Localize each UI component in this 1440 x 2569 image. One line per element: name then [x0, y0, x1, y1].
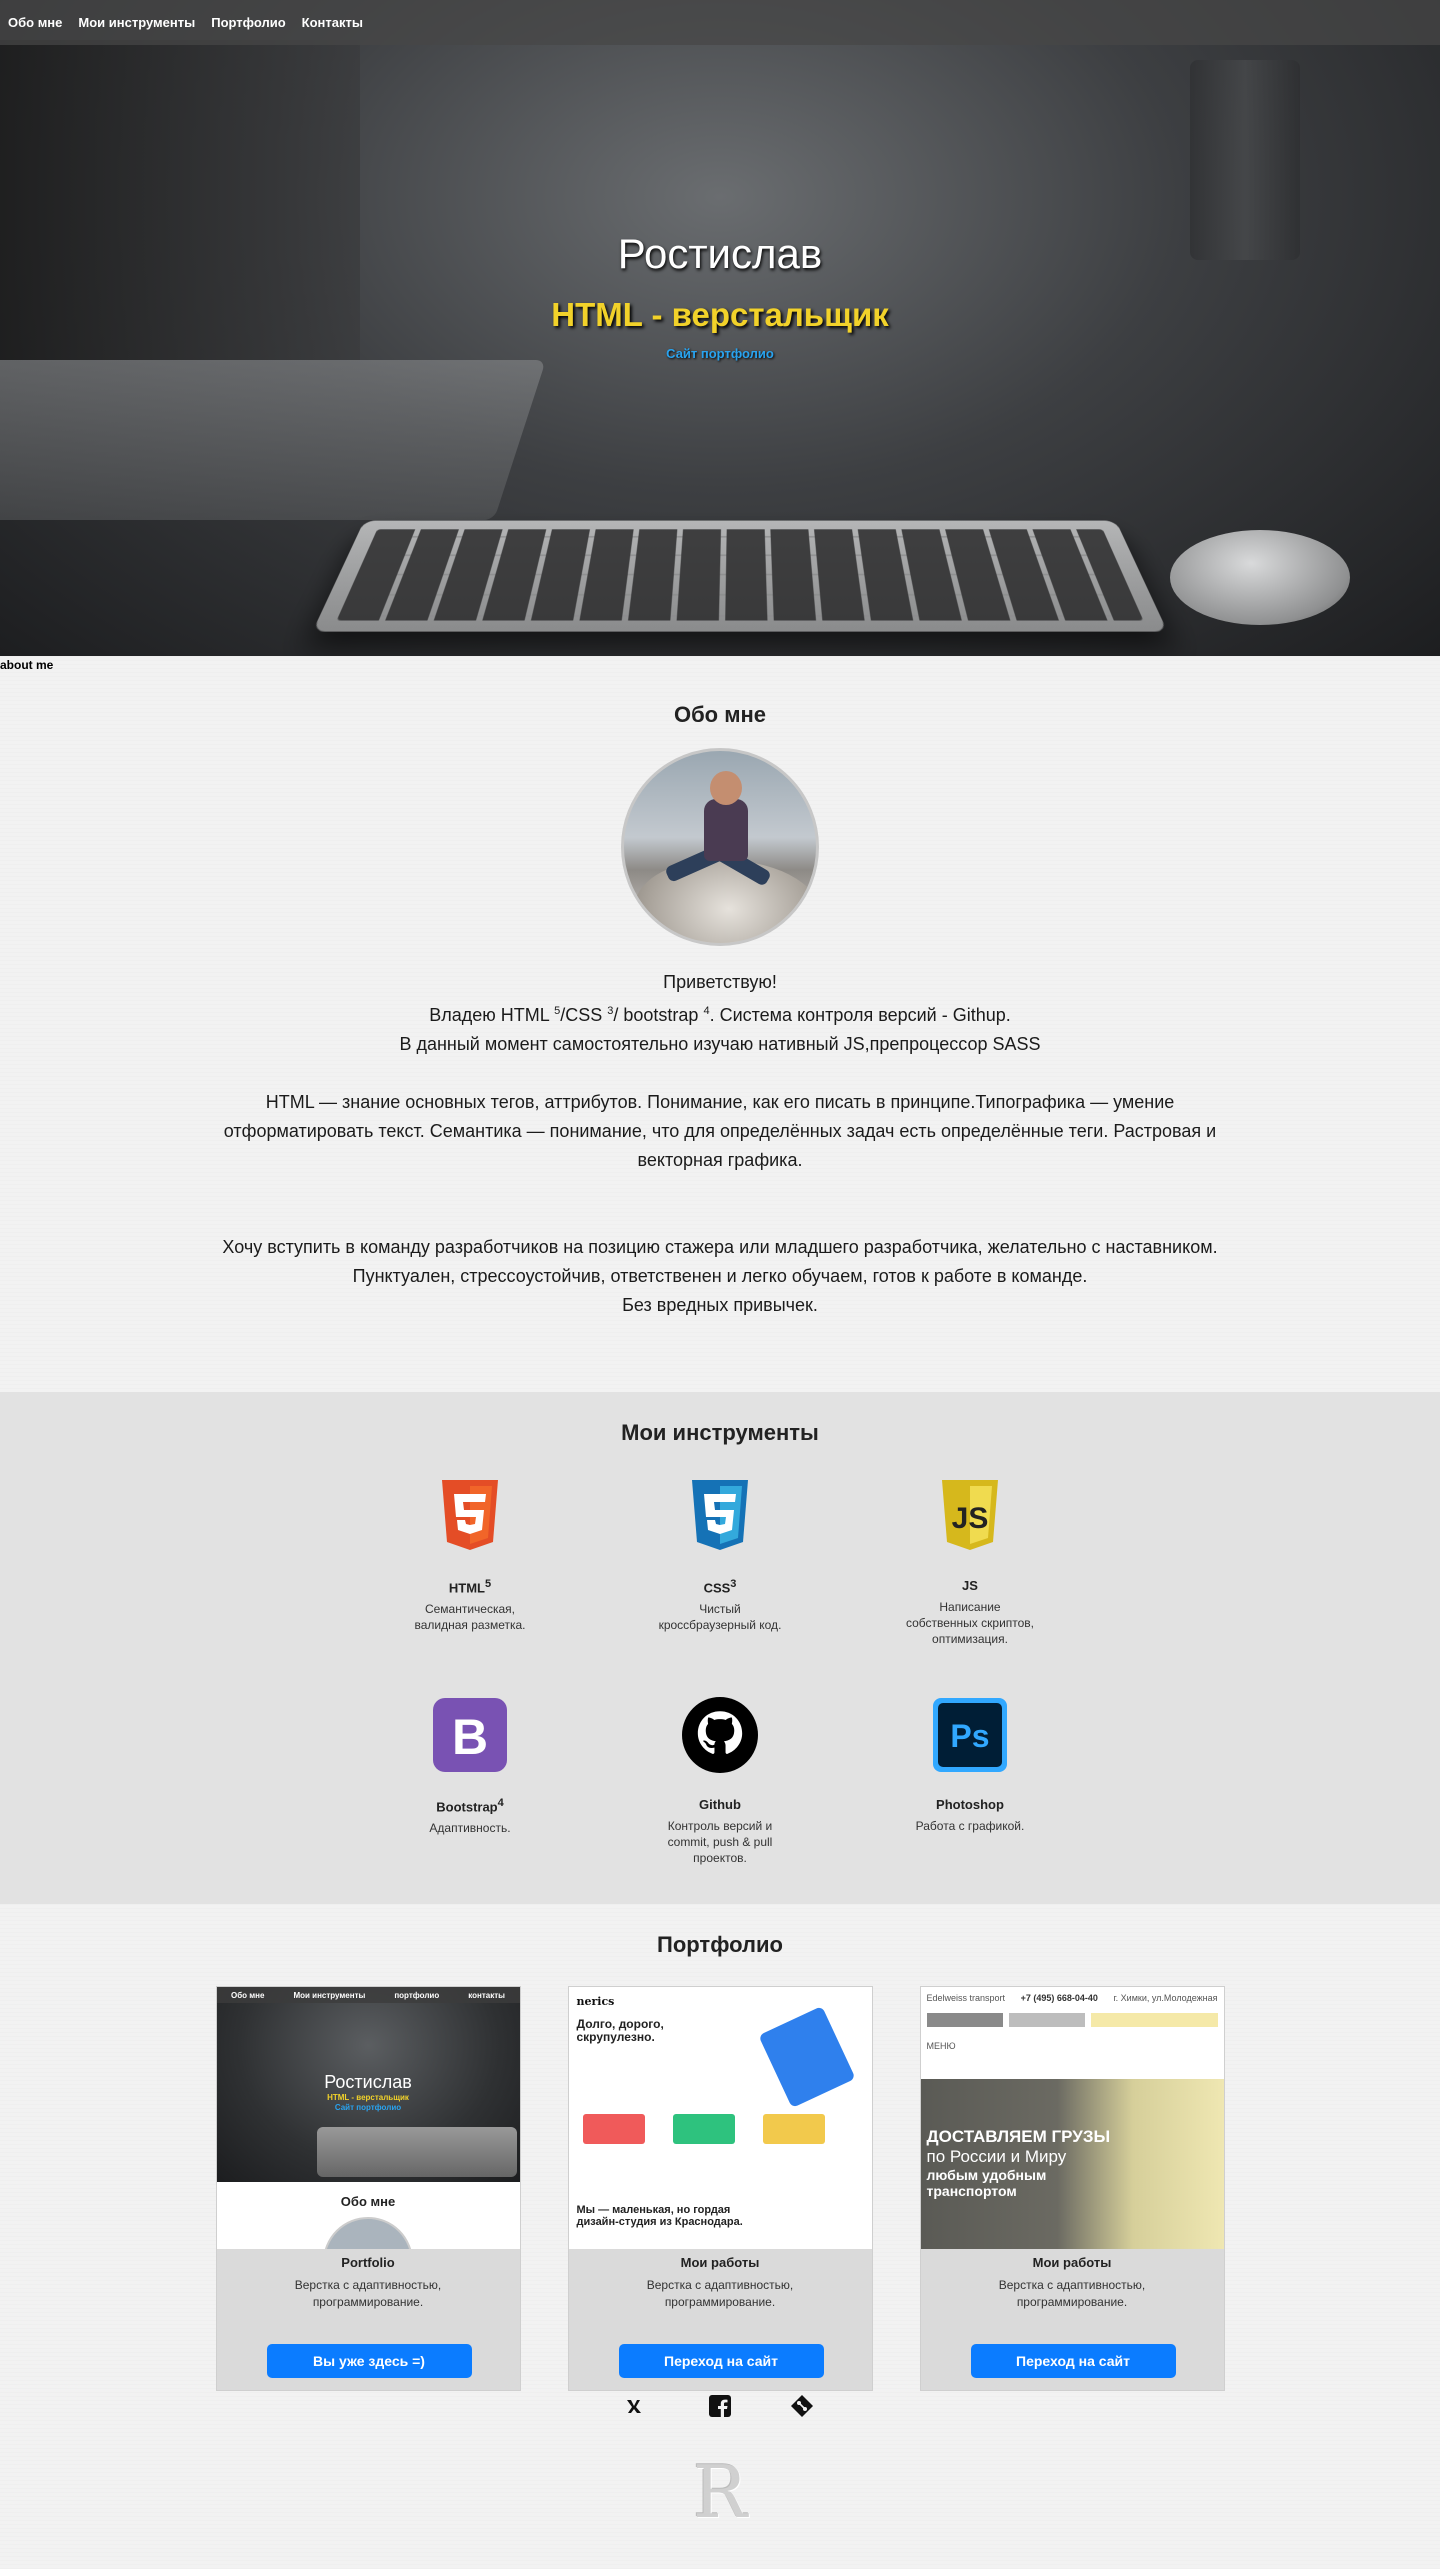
tool-js: JS JS Написание собственных скриптов, оп… — [905, 1478, 1035, 1683]
nav-about[interactable]: Обо мне — [8, 15, 62, 30]
facebook-icon[interactable] — [708, 2394, 732, 2418]
go-to-site-button[interactable]: Переход на сайт — [618, 2344, 824, 2378]
html-description: HTML — знание основных тегов, аттрибутов… — [223, 1092, 1217, 1170]
card-desc: Верстка с адаптивностью, программировани… — [294, 2278, 442, 2309]
js-icon: JS — [932, 1478, 1008, 1554]
vk-icon[interactable]: vk — [626, 2394, 650, 2418]
nav-tools[interactable]: Мои инструменты — [78, 15, 195, 30]
goal-line: Хочу вступить в команду разработчиков на… — [222, 1237, 1218, 1257]
photoshop-icon: Ps — [932, 1697, 1008, 1773]
greeting: Приветствую! — [663, 972, 777, 992]
tools-title: Мои инструменты — [621, 1420, 819, 1445]
footer: vk R — [0, 2394, 1440, 2569]
top-nav: Обо мне Мои инструменты Портфолио Контак… — [0, 0, 1440, 45]
tools-grid: HTML5 Семантическая, валидная разметка. … — [414, 1478, 1034, 1902]
about-anchor-label: about me — [0, 658, 54, 672]
qualities-line: Пунктуален, стрессоустойчив, ответствене… — [352, 1266, 1088, 1286]
card-desc: Верстка с адаптивностью, программировани… — [998, 2278, 1146, 2309]
portfolio-card-2: nerics Долго, дорого, скрупулезно. Мы — м… — [567, 1986, 873, 2391]
hero-bg-mouse — [1170, 530, 1350, 625]
about-section: Обо мне Приветствую! Владею HTML 5/CSS 3… — [0, 672, 1440, 1392]
git-icon[interactable] — [790, 2394, 814, 2418]
portfolio-card-1: Обо мне Мои инструменты портфолио контак… — [215, 1986, 521, 2391]
portfolio-cards: Обо мне Мои инструменты портфолио контак… — [0, 1986, 1440, 2391]
tool-html: HTML5 Семантическая, валидная разметка. — [405, 1478, 535, 1683]
nav-portfolio[interactable]: Портфолио — [211, 15, 285, 30]
footer-logo: R — [692, 2450, 748, 2534]
tool-css: CSS3 Чистый кроссбраузерный код. — [655, 1478, 785, 1683]
learning-line: В данный момент самостоятельно изучаю на… — [399, 1034, 1041, 1054]
portfolio-section: Портфолио Обо мне Мои инструменты портфо… — [0, 1904, 1440, 2394]
tool-photoshop: Ps Photoshop Работа с графикой. — [905, 1697, 1035, 1902]
hero-bg-laptop — [0, 360, 546, 520]
card-title: Portfolio — [341, 2255, 395, 2270]
svg-text:JS: JS — [952, 1502, 989, 1535]
go-to-site-button[interactable]: Переход на сайт — [970, 2344, 1176, 2378]
skills-line: Владею HTML 5/CSS 3/ bootstrap 4. Систем… — [429, 1005, 1011, 1025]
about-title: Обо мне — [673, 702, 767, 727]
card-title: Мои работы — [680, 2255, 760, 2270]
hero-text: Ростислав HTML - верстальщик Сайт портфо… — [0, 230, 1440, 363]
avatar — [621, 748, 819, 946]
css3-icon — [682, 1478, 758, 1554]
hero-name: Ростислав — [617, 230, 823, 277]
tools-section: Мои инструменты HTML5 Семантическая, вал… — [0, 1392, 1440, 1904]
social-links: vk — [0, 2394, 1440, 2418]
portfolio-site-link[interactable]: Сайт портфолио — [666, 346, 774, 361]
card-screenshot: Edelweiss transport +7 (495) 668-04-40 г… — [920, 1987, 1224, 2249]
bootstrap-icon: B — [432, 1697, 508, 1773]
here-button[interactable]: Вы уже здесь =) — [266, 2344, 472, 2378]
github-icon — [682, 1697, 758, 1773]
html5-icon — [432, 1478, 508, 1554]
hero-bg-keyboard — [312, 520, 1168, 632]
nav-contacts[interactable]: Контакты — [302, 15, 363, 30]
portfolio-card-3: Edelweiss transport +7 (495) 668-04-40 г… — [919, 1986, 1225, 2391]
portfolio-title: Портфолио — [657, 1932, 783, 1957]
card-screenshot: Обо мне Мои инструменты портфолио контак… — [216, 1987, 520, 2249]
svg-text:Ps: Ps — [950, 1718, 989, 1754]
habits-line: Без вредных привычек. — [622, 1295, 818, 1315]
card-title: Мои работы — [1032, 2255, 1112, 2270]
hero-section: Ростислав HTML - верстальщик Сайт портфо… — [0, 0, 1440, 656]
card-screenshot: nerics Долго, дорого, скрупулезно. Мы — м… — [568, 1987, 872, 2249]
tool-bootstrap: B Bootstrap4 Адаптивность. — [405, 1697, 535, 1902]
svg-text:B: B — [452, 1709, 488, 1765]
card-desc: Верстка с адаптивностью, программировани… — [646, 2278, 794, 2309]
tool-github: Github Контроль версий и commit, push & … — [655, 1697, 785, 1902]
about-text: Приветствую! Владею HTML 5/CSS 3/ bootst… — [0, 968, 1440, 1320]
hero-role: HTML - верстальщик — [551, 296, 889, 333]
